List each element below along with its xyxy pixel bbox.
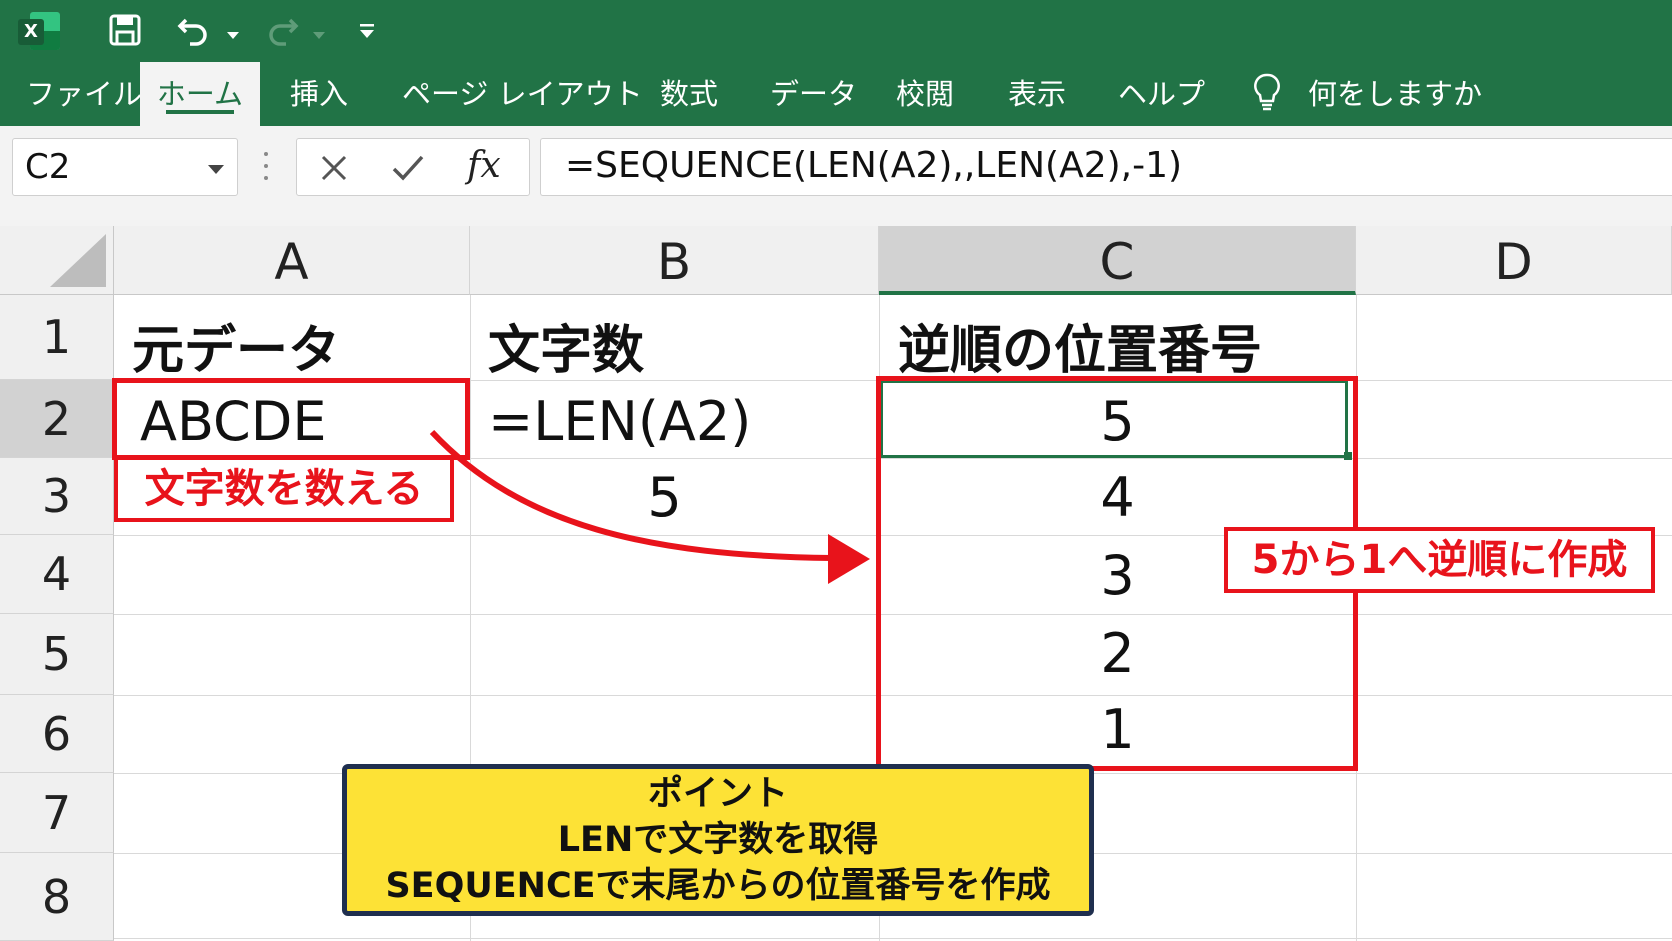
customize-qat-icon[interactable] [358, 22, 376, 44]
tab-home[interactable]: ホーム [140, 62, 260, 126]
tab-file[interactable]: ファイル [26, 62, 142, 126]
tab-insert[interactable]: 挿入 [290, 62, 348, 126]
redo-dropdown-icon[interactable] [312, 26, 326, 45]
insert-function-icon[interactable]: fx [467, 145, 501, 186]
name-box[interactable]: C2 [12, 138, 238, 196]
save-icon[interactable] [108, 13, 142, 47]
tab-data[interactable]: データ [770, 62, 857, 126]
undo-icon[interactable] [176, 12, 212, 48]
point-note: ポイント LENで文字数を取得 SEQUENCEで末尾からの位置番号を作成 [342, 764, 1094, 916]
excel-logo-letter: X [18, 19, 44, 45]
confirm-icon[interactable] [391, 153, 425, 187]
formula-text: =SEQUENCE(LEN(A2),,LEN(A2),-1) [565, 145, 1183, 186]
tab-home-underline [166, 110, 234, 114]
point-title: ポイント [647, 774, 788, 814]
point-line-1: LENで文字数を取得 [557, 820, 879, 860]
redo-icon[interactable] [264, 12, 300, 48]
tab-page-layout[interactable]: ページ レイアウト [402, 62, 643, 126]
name-box-value: C2 [25, 147, 71, 187]
tab-review[interactable]: 校閲 [896, 62, 954, 126]
ribbon-tabs: ファイル ホーム 挿入 ページ レイアウト 数式 データ 校閲 表示 ヘルプ 何… [0, 62, 1672, 126]
chevron-down-icon[interactable] [207, 161, 225, 180]
excel-logo-icon: X [18, 10, 62, 52]
title-bar: X [0, 0, 1672, 62]
tab-home-label: ホーム [156, 77, 244, 111]
formula-buttons: fx [296, 138, 530, 196]
cancel-icon[interactable] [319, 153, 349, 187]
reverse-label: 5から1へ逆順に作成 [1224, 527, 1655, 593]
lightbulb-icon[interactable] [1252, 72, 1282, 118]
formula-bar-area: C2 fx =SEQUENCE(LEN(A2),,LEN(A2),-1) [0, 126, 1672, 226]
tab-help[interactable]: ヘルプ [1118, 62, 1205, 126]
undo-dropdown-icon[interactable] [226, 26, 240, 45]
tab-view[interactable]: 表示 [1008, 62, 1066, 126]
tab-formulas[interactable]: 数式 [660, 62, 718, 126]
tell-me-search[interactable]: 何をしますか [1308, 62, 1482, 126]
vertical-dots-icon [262, 152, 270, 182]
spreadsheet-grid: A B C D 1 2 3 4 5 6 7 8 元データ 文字数 逆順の位置番号… [0, 226, 1672, 941]
formula-input[interactable]: =SEQUENCE(LEN(A2),,LEN(A2),-1) [540, 138, 1672, 196]
point-line-2: SEQUENCEで末尾からの位置番号を作成 [385, 866, 1051, 906]
count-label: 文字数を数える [114, 456, 454, 522]
